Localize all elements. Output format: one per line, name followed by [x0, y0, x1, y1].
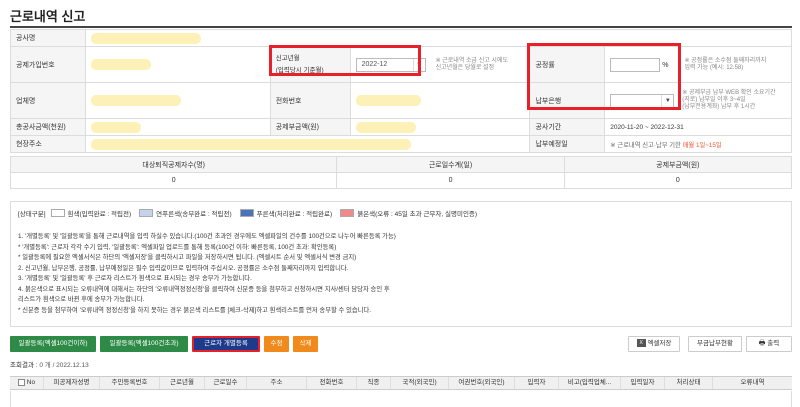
grid-header-remarks[interactable]: 비고(입력업체... — [559, 377, 621, 389]
print-button[interactable]: 🖶 출력 — [746, 336, 792, 352]
summary-header-amount: 공제부금액(원) — [563, 156, 793, 173]
grid-header-phone[interactable]: 전화번호 — [307, 377, 357, 389]
title-divider — [10, 26, 792, 28]
grid-header-job[interactable]: 직종 — [357, 377, 391, 389]
summary-value-workers: 0 — [9, 172, 338, 189]
company-value — [84, 29, 793, 47]
grid-header-nationality[interactable]: 국적(외국인) — [391, 377, 449, 389]
grid-header-days[interactable]: 근로일수 — [205, 377, 247, 389]
bank-note: ※ 공제부금 납부 WEB 확인 소요기간 (지로) 납부일 이후 3~4일 (… — [682, 90, 776, 110]
due-date-highlight: 매월 1일~15일 — [682, 141, 722, 149]
summary-value-days: 0 — [336, 172, 565, 189]
bulk-register-confirm-button[interactable]: 일괄등록(엑셀100건초과) — [100, 336, 188, 352]
note-line: 4. 붉은색으로 표시되는 오류내역에 대해서는 하단의 '오류내역정정신청'을… — [18, 285, 390, 293]
total-contract-label: 총공사금액(천원) — [10, 118, 86, 136]
due-date-cell: ※ 근로내역 신고·납부 기한 매월 1일~15일 — [604, 135, 792, 153]
phone-label: 전화번호 — [269, 82, 351, 119]
insurance-no-value — [84, 46, 271, 83]
worker-grid-header: No 피공제자성명 주민등록번호 근로년월 근로일수 주소 전화번호 직종 국적… — [10, 376, 792, 390]
payment-status-button[interactable]: 부금납부현황 — [688, 336, 742, 352]
grid-header-status[interactable]: 처리상태 — [665, 377, 713, 389]
business-name-value — [84, 82, 271, 119]
grid-header-month[interactable]: 근로년월 — [160, 377, 205, 389]
total-contract-value — [84, 118, 271, 136]
status-legend: [상태구분] 흰색(입력완료 : 적립전) 연푸른색(송부완료 : 적립전) 푸… — [18, 209, 478, 218]
note-line: 3. '개별등록' 및 '일괄등록' 후 근로자 리스트가 흰색으로 표시되는 … — [18, 275, 252, 282]
redacted-phone — [355, 95, 421, 106]
progress-note: ※ 공정률은 소수점 둘째자리까지 입력 가능 (예시: 12.58) — [684, 57, 767, 71]
note-line: 리스트가 흰색으로 바뀐 후에 송부가 가능합니다. — [18, 296, 145, 303]
legend-swatch-lightblue — [139, 209, 154, 217]
grid-header-select-all[interactable]: No — [10, 377, 44, 389]
grid-header-rrn[interactable]: 주민등록번호 — [100, 377, 160, 389]
result-info: 조회결과 : 0 개 / 2022.12.13 — [10, 362, 89, 369]
edit-button[interactable]: 수정 — [264, 336, 289, 352]
grid-header-errors[interactable]: 오류내역 — [713, 377, 792, 389]
note-line: 2. 신고년월, 납부은행, 공정률, 납부예정일은 필수 입력값이므로 입력하… — [18, 264, 349, 272]
excel-save-button[interactable]: X 엑셀저장 — [628, 336, 680, 352]
summary-value-amount: 0 — [563, 172, 793, 189]
grid-header-entered-date[interactable]: 입력일자 — [621, 377, 665, 389]
page-title: 근로내역 신고 — [10, 9, 86, 24]
legend-swatch-red — [340, 209, 355, 217]
redacted-total-contract — [90, 121, 141, 133]
delete-button[interactable]: 삭제 — [293, 336, 318, 352]
company-label: 공사명 — [10, 29, 86, 47]
legend-swatch-white — [50, 209, 65, 217]
redacted-company-name — [90, 32, 201, 44]
grid-header-address[interactable]: 주소 — [247, 377, 307, 389]
redacted-business-name — [90, 95, 181, 106]
grid-header-name[interactable]: 피공제자성명 — [44, 377, 100, 389]
redacted-insurance-no — [90, 59, 151, 70]
business-name-label: 업체명 — [10, 82, 86, 119]
site-address-value — [84, 135, 531, 153]
checkbox-icon[interactable] — [17, 378, 25, 386]
insurance-no-label: 공제가입번호 — [10, 46, 86, 83]
redacted-site-address — [90, 138, 411, 150]
phone-value — [349, 82, 531, 119]
individual-register-button[interactable]: 근로자 개별등록 — [192, 336, 260, 352]
redacted-contribution — [355, 121, 416, 133]
period-value: 2020-11-20 ~ 2022-12-31 — [604, 118, 792, 136]
summary-table: 대상퇴직공제자수(명) 근로일수계(일) 공제부금액(원) 0 0 0 — [9, 156, 793, 189]
period-label: 공사기간 — [529, 118, 606, 136]
guide-box: [상태구분] 흰색(입력완료 : 적립전) 연푸른색(송부완료 : 적립전) 푸… — [10, 201, 792, 327]
legend-swatch-blue — [239, 209, 254, 217]
worker-grid-body — [10, 391, 792, 407]
note-line: * 신분증 등을 첨부하여 '오류내역 정정신청'을 하지 못하는 경우 붉은색… — [18, 306, 372, 314]
grid-header-entered-by[interactable]: 입력자 — [515, 377, 559, 389]
note-line: 1. '개별등록' 및 '일괄등록'을 통해 근로내역을 입력 하실수 있습니다… — [18, 233, 396, 240]
highlight-report-month — [269, 45, 421, 76]
contribution-value — [349, 118, 531, 136]
highlight-progress-bank — [527, 43, 681, 110]
note-line: * 일괄등록에 필요한 엑셀서식은 하단의 '엑셀저장'을 클릭하시고 파일을 … — [18, 254, 357, 261]
summary-header-workers: 대상퇴직공제자수(명) — [9, 156, 338, 173]
printer-icon: 🖶 — [758, 340, 766, 347]
excel-icon: X — [636, 339, 646, 348]
guide-notes: 1. '개별등록' 및 '일괄등록'을 통해 근로내역을 입력 하실수 있습니다… — [18, 232, 396, 316]
note-line: * '개별등록': 근로자 각각 수기 입력, '일괄등록': 엑셀파일 업로드… — [18, 243, 337, 251]
due-date-label: 납부예정일 — [529, 135, 606, 153]
bulk-register-fast-button[interactable]: 일괄등록(엑셀100건이하) — [10, 336, 96, 352]
summary-header-days: 근로일수계(일) — [336, 156, 565, 173]
grid-header-passport[interactable]: 여권번호(외국인) — [449, 377, 515, 389]
report-month-note: ※ 근로내역 소급 신고 시에도 신고년월은 당월로 설정 — [435, 57, 508, 71]
site-address-label: 현장주소 — [10, 135, 86, 153]
contribution-label: 공제부금액(원) — [269, 118, 351, 136]
